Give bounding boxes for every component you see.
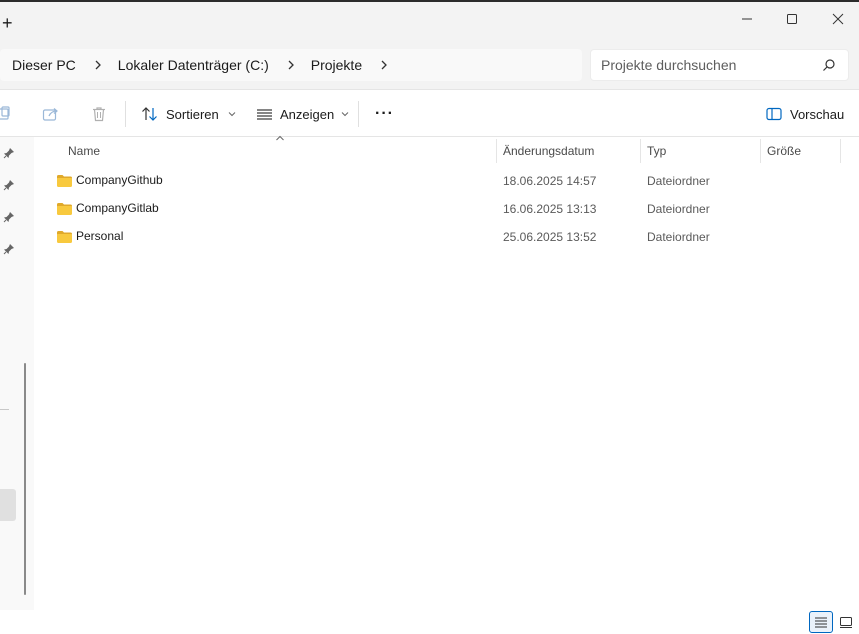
preview-label: Vorschau — [790, 106, 845, 122]
maximize-button[interactable] — [777, 8, 807, 30]
copy-icon — [0, 106, 10, 120]
sort-ascending-indicator-icon — [276, 135, 284, 141]
chevron-right-icon[interactable] — [94, 59, 102, 71]
command-bar: Sortieren Anzeigen ··· Vorschau — [0, 91, 859, 137]
pin-icon[interactable] — [3, 211, 15, 223]
column-divider[interactable] — [760, 139, 761, 163]
column-divider[interactable] — [496, 139, 497, 163]
details-view-icon — [815, 617, 827, 628]
tiles-view-icon — [840, 617, 852, 628]
file-date: 16.06.2025 13:13 — [503, 202, 597, 216]
share-button[interactable] — [42, 91, 60, 137]
title-bar: + — [0, 2, 859, 40]
sort-label: Sortieren — [166, 106, 219, 122]
minimize-button[interactable] — [732, 8, 762, 30]
nav-selected-item[interactable] — [0, 489, 16, 521]
preview-pane-button[interactable]: Vorschau — [766, 91, 844, 137]
nav-divider — [0, 409, 9, 410]
preview-pane-icon — [766, 107, 782, 121]
chevron-right-icon[interactable] — [380, 59, 388, 71]
column-header-size[interactable]: Größe — [767, 139, 801, 163]
close-icon — [832, 13, 844, 25]
file-name: CompanyGithub — [76, 173, 163, 187]
table-row[interactable]: Personal 25.06.2025 13:52 Dateiordner — [50, 223, 840, 251]
new-tab-button[interactable]: + — [2, 14, 13, 32]
share-icon — [42, 108, 58, 121]
tiles-view-button[interactable] — [834, 611, 858, 633]
file-name: CompanyGitlab — [76, 201, 159, 215]
column-header-name[interactable]: Name — [68, 139, 100, 163]
table-row[interactable]: CompanyGitlab 16.06.2025 13:13 Dateiordn… — [50, 195, 840, 223]
pin-icon[interactable] — [3, 179, 15, 191]
column-divider[interactable] — [640, 139, 641, 163]
folder-icon — [57, 203, 72, 215]
file-name: Personal — [76, 229, 124, 243]
minimize-icon — [742, 18, 752, 20]
pin-icon[interactable] — [3, 147, 15, 159]
search-placeholder: Projekte durchsuchen — [601, 57, 737, 73]
breadcrumb-item-local-disk[interactable]: Lokaler Datenträger (C:) — [118, 57, 269, 73]
chevron-right-icon[interactable] — [287, 59, 295, 71]
view-lines-icon — [257, 109, 272, 120]
search-icon[interactable] — [822, 58, 836, 72]
file-type: Dateiordner — [647, 174, 710, 188]
breadcrumb-item-projekte[interactable]: Projekte — [311, 57, 362, 73]
file-date: 25.06.2025 13:52 — [503, 230, 597, 244]
sort-button[interactable]: Sortieren — [141, 91, 237, 137]
nav-scrollbar[interactable] — [24, 363, 26, 595]
file-type: Dateiordner — [647, 230, 710, 244]
column-header-type[interactable]: Typ — [647, 139, 666, 163]
copy-path-button[interactable] — [0, 91, 12, 137]
toolbar-divider — [358, 101, 359, 127]
file-type: Dateiordner — [647, 202, 710, 216]
column-divider[interactable] — [840, 139, 841, 163]
address-row: Dieser PC Lokaler Datenträger (C:) Proje… — [0, 40, 859, 90]
table-row[interactable]: CompanyGithub 18.06.2025 14:57 Dateiordn… — [50, 167, 840, 195]
column-header-date[interactable]: Änderungsdatum — [503, 139, 594, 163]
details-view-button[interactable] — [809, 611, 833, 633]
more-options-button[interactable]: ··· — [375, 91, 394, 137]
folder-icon — [57, 231, 72, 243]
file-list: Name Änderungsdatum Typ Größe CompanyGit… — [34, 135, 859, 634]
delete-button[interactable] — [91, 91, 107, 137]
chevron-down-icon — [228, 112, 236, 117]
more-icon: ··· — [375, 105, 394, 122]
breadcrumb-item-this-pc[interactable]: Dieser PC — [12, 57, 76, 73]
close-button[interactable] — [823, 8, 853, 30]
search-input[interactable]: Projekte durchsuchen — [590, 49, 849, 81]
view-label: Anzeigen — [280, 106, 335, 122]
file-date: 18.06.2025 14:57 — [503, 174, 597, 188]
view-button[interactable]: Anzeigen — [256, 91, 350, 137]
maximize-icon — [787, 14, 797, 24]
breadcrumb[interactable]: Dieser PC Lokaler Datenträger (C:) Proje… — [0, 49, 582, 81]
navigation-pane — [0, 137, 34, 610]
chevron-down-icon — [341, 112, 349, 117]
sort-icon — [142, 107, 157, 121]
trash-icon — [93, 107, 105, 122]
toolbar-divider — [125, 101, 126, 127]
folder-icon — [57, 175, 72, 187]
pin-icon[interactable] — [3, 243, 15, 255]
